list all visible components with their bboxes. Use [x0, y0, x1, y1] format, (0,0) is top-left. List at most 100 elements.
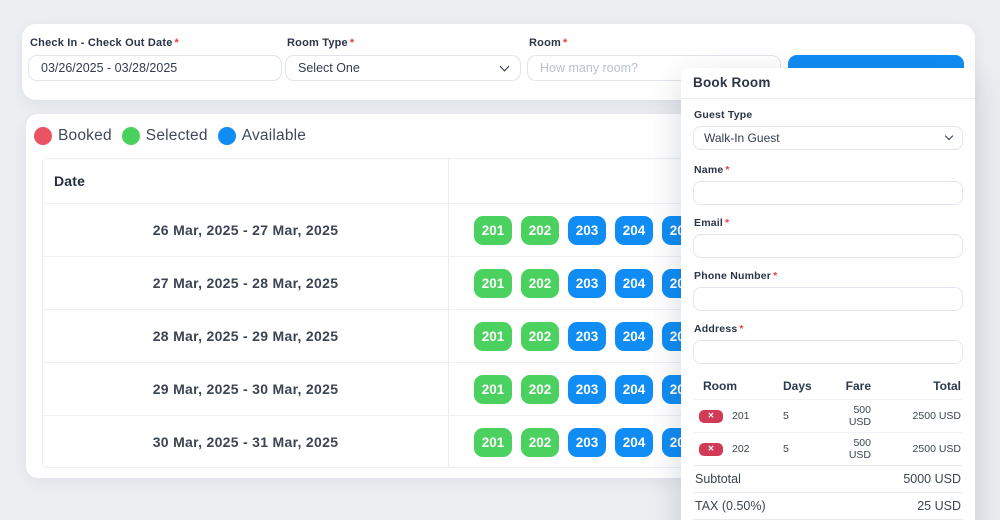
- room-button-204[interactable]: 204: [615, 375, 653, 404]
- legend-item-booked: Booked: [34, 127, 112, 145]
- chevron-down-icon: [945, 132, 953, 140]
- legend-label: Booked: [58, 127, 112, 145]
- date-range-cell: 26 Mar, 2025 - 27 Mar, 2025: [43, 204, 449, 256]
- chevron-down-icon: [500, 61, 510, 71]
- room-button-201[interactable]: 201: [474, 322, 512, 351]
- legend-item-available: Available: [218, 127, 306, 145]
- legend-item-selected: Selected: [122, 127, 208, 145]
- room-type-label: Room Type*: [287, 37, 521, 49]
- required-marker: *: [350, 37, 354, 49]
- room-count-label: Room*: [529, 37, 781, 49]
- date-range-cell: 30 Mar, 2025 - 31 Mar, 2025: [43, 416, 449, 468]
- room-type-selected-value: Select One: [298, 61, 360, 75]
- tax-row: TAX (0.50%) 25 USD: [693, 492, 963, 519]
- required-marker: *: [773, 270, 777, 282]
- subtotal-value: 5000 USD: [903, 472, 961, 486]
- legend-label: Available: [242, 127, 306, 145]
- room-button-204[interactable]: 204: [615, 322, 653, 351]
- room-button-202[interactable]: 202: [521, 322, 559, 351]
- room-button-201[interactable]: 201: [474, 269, 512, 298]
- address-field-group: Address*: [693, 323, 963, 364]
- email-label: Email*: [694, 217, 963, 229]
- summary-days-cell: 5: [783, 410, 833, 422]
- required-marker: *: [739, 323, 743, 335]
- summary-total-cell: 2500 USD: [871, 443, 961, 455]
- subtotal-row: Subtotal 5000 USD: [693, 465, 963, 492]
- summary-room-cell: ✕ 202: [695, 443, 783, 456]
- checkin-label: Check In - Check Out Date*: [30, 37, 282, 49]
- name-input[interactable]: [693, 181, 963, 205]
- address-label: Address*: [694, 323, 963, 335]
- summary-header-total: Total: [871, 379, 961, 393]
- room-button-202[interactable]: 202: [521, 375, 559, 404]
- tax-value: 25 USD: [917, 499, 961, 513]
- email-field-group: Email*: [693, 217, 963, 258]
- required-marker: *: [725, 164, 729, 176]
- email-input[interactable]: [693, 234, 963, 258]
- summary-fare-cell: 500 USD: [833, 404, 871, 428]
- required-marker: *: [563, 37, 567, 49]
- summary-total-cell: 2500 USD: [871, 410, 961, 422]
- subtotal-label: Subtotal: [695, 472, 741, 486]
- remove-room-button[interactable]: ✕: [699, 410, 723, 423]
- checkin-field-group: Check In - Check Out Date*: [28, 37, 282, 81]
- summary-row: ✕ 201 5500 USD2500 USD: [693, 399, 963, 432]
- room-type-field-group: Room Type* Select One: [285, 37, 521, 81]
- summary-rows: ✕2015500 USD2500 USD✕2025500 USD2500 USD: [693, 399, 963, 465]
- panel-body: Guest Type Walk-In Guest Name* Email* Ph…: [681, 99, 975, 520]
- guest-type-selected-value: Walk-In Guest: [704, 131, 780, 145]
- date-range-cell: 28 Mar, 2025 - 29 Mar, 2025: [43, 310, 449, 362]
- name-field-group: Name*: [693, 164, 963, 205]
- panel-title: Book Room: [681, 68, 975, 99]
- room-type-select[interactable]: Select One: [285, 55, 521, 81]
- summary-header-row: Room Days Fare Total: [693, 375, 963, 399]
- booking-summary: Room Days Fare Total ✕2015500 USD2500 US…: [693, 375, 963, 520]
- book-room-panel: Book Room Guest Type Walk-In Guest Name*…: [681, 68, 975, 520]
- room-button-203[interactable]: 203: [568, 428, 606, 457]
- room-button-203[interactable]: 203: [568, 322, 606, 351]
- legend-label: Selected: [146, 127, 208, 145]
- date-column-header: Date: [43, 159, 449, 203]
- summary-header-days: Days: [783, 379, 833, 393]
- date-range-cell: 27 Mar, 2025 - 28 Mar, 2025: [43, 257, 449, 309]
- name-label: Name*: [694, 164, 963, 176]
- address-input[interactable]: [693, 340, 963, 364]
- booked-dot-icon: [34, 127, 52, 145]
- room-button-203[interactable]: 203: [568, 216, 606, 245]
- guest-type-label: Guest Type: [694, 109, 963, 121]
- room-button-202[interactable]: 202: [521, 269, 559, 298]
- summary-header-room: Room: [695, 379, 783, 393]
- checkin-checkout-input[interactable]: [28, 55, 282, 81]
- room-button-202[interactable]: 202: [521, 216, 559, 245]
- summary-header-fare: Fare: [833, 379, 871, 393]
- tax-label: TAX (0.50%): [695, 499, 766, 513]
- summary-room-number: 202: [732, 443, 750, 455]
- summary-room-number: 201: [732, 410, 750, 422]
- status-legend: Booked Selected Available: [34, 127, 306, 145]
- selected-dot-icon: [122, 127, 140, 145]
- room-button-203[interactable]: 203: [568, 375, 606, 404]
- room-button-201[interactable]: 201: [474, 375, 512, 404]
- guest-type-select[interactable]: Walk-In Guest: [693, 126, 963, 150]
- room-button-204[interactable]: 204: [615, 269, 653, 298]
- required-marker: *: [175, 37, 179, 49]
- phone-input[interactable]: [693, 287, 963, 311]
- room-button-204[interactable]: 204: [615, 428, 653, 457]
- room-button-202[interactable]: 202: [521, 428, 559, 457]
- room-button-201[interactable]: 201: [474, 216, 512, 245]
- summary-fare-cell: 500 USD: [833, 437, 871, 461]
- summary-days-cell: 5: [783, 443, 833, 455]
- room-button-203[interactable]: 203: [568, 269, 606, 298]
- room-button-201[interactable]: 201: [474, 428, 512, 457]
- required-marker: *: [725, 217, 729, 229]
- room-button-204[interactable]: 204: [615, 216, 653, 245]
- summary-room-cell: ✕ 201: [695, 410, 783, 423]
- phone-label: Phone Number*: [694, 270, 963, 282]
- available-dot-icon: [218, 127, 236, 145]
- phone-field-group: Phone Number*: [693, 270, 963, 311]
- summary-row: ✕ 202 5500 USD2500 USD: [693, 432, 963, 465]
- date-range-cell: 29 Mar, 2025 - 30 Mar, 2025: [43, 363, 449, 415]
- guest-type-group: Guest Type Walk-In Guest: [693, 109, 963, 150]
- page: Check In - Check Out Date* Room Type* Se…: [0, 0, 1000, 520]
- remove-room-button[interactable]: ✕: [699, 443, 723, 456]
